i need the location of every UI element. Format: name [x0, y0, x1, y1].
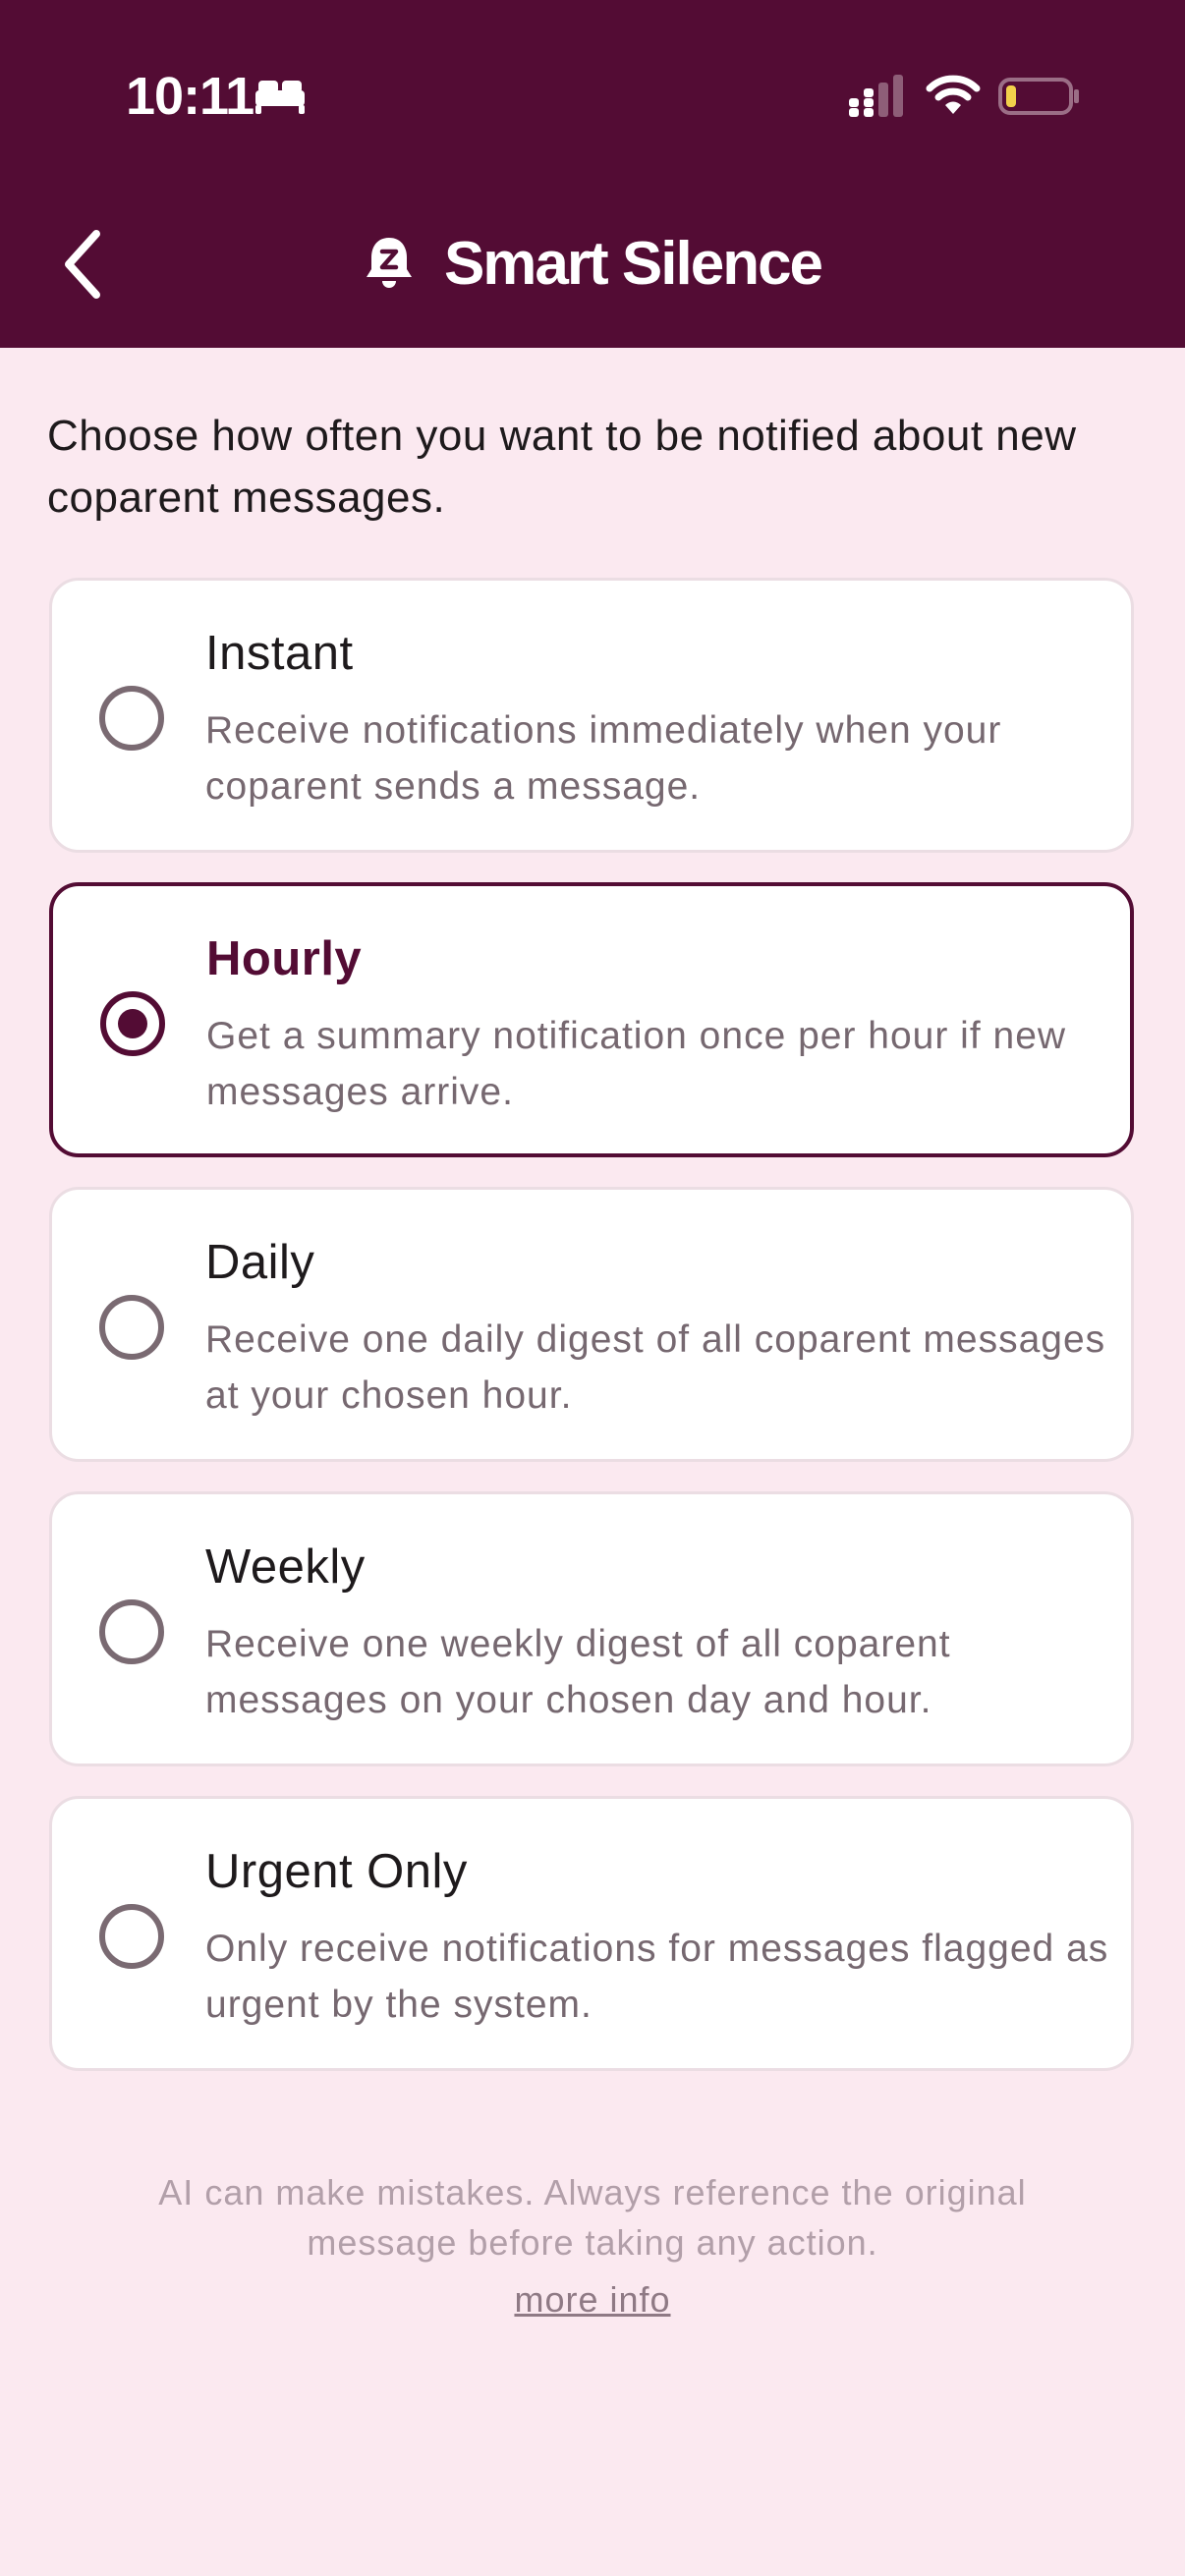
- option-instant[interactable]: Instant Receive notifications immediatel…: [49, 578, 1134, 853]
- intro-text: Choose how often you want to be notified…: [47, 412, 1077, 522]
- option-title: Instant: [205, 627, 354, 680]
- radio-button[interactable]: [99, 1295, 164, 1360]
- option-weekly[interactable]: Weekly Receive one weekly digest of all …: [49, 1491, 1134, 1766]
- option-title: Weekly: [205, 1540, 366, 1594]
- radio-button-selected[interactable]: [100, 991, 165, 1056]
- more-info-link[interactable]: more info: [0, 2279, 1185, 2321]
- radio-button[interactable]: [99, 1599, 164, 1664]
- app-header: 10:11 Smart Silence: [0, 0, 1185, 348]
- option-hourly[interactable]: Hourly Get a summary notification once p…: [49, 882, 1134, 1157]
- cellular-signal-icon: [849, 75, 903, 117]
- radio-button[interactable]: [99, 686, 164, 751]
- option-title: Urgent Only: [205, 1845, 468, 1898]
- bed-icon: [255, 81, 305, 114]
- radio-button[interactable]: [99, 1904, 164, 1969]
- option-description: Receive notifications immediately when y…: [205, 709, 1002, 808]
- option-urgent-only[interactable]: Urgent Only Only receive notifications f…: [49, 1796, 1134, 2071]
- option-description: Receive one daily digest of all coparent…: [205, 1318, 1106, 1417]
- option-title: Daily: [205, 1236, 315, 1289]
- ai-disclaimer: AI can make mistakes. Always reference t…: [158, 2172, 1027, 2263]
- option-description: Receive one weekly digest of all coparen…: [205, 1623, 951, 1721]
- bell-snooze-icon: [366, 238, 412, 288]
- option-description: Get a summary notification once per hour…: [206, 1015, 1067, 1113]
- status-bar-time: 10:11: [126, 67, 254, 126]
- option-daily[interactable]: Daily Receive one daily digest of all co…: [49, 1187, 1134, 1462]
- option-title: Hourly: [206, 932, 363, 985]
- header-title-group: Smart Silence: [0, 224, 1185, 303]
- battery-low-icon: [998, 78, 1079, 115]
- wifi-icon: [926, 75, 981, 114]
- page-title: Smart Silence: [443, 229, 823, 298]
- option-description: Only receive notifications for messages …: [205, 1928, 1109, 2026]
- radio-selected-dot: [118, 1009, 147, 1038]
